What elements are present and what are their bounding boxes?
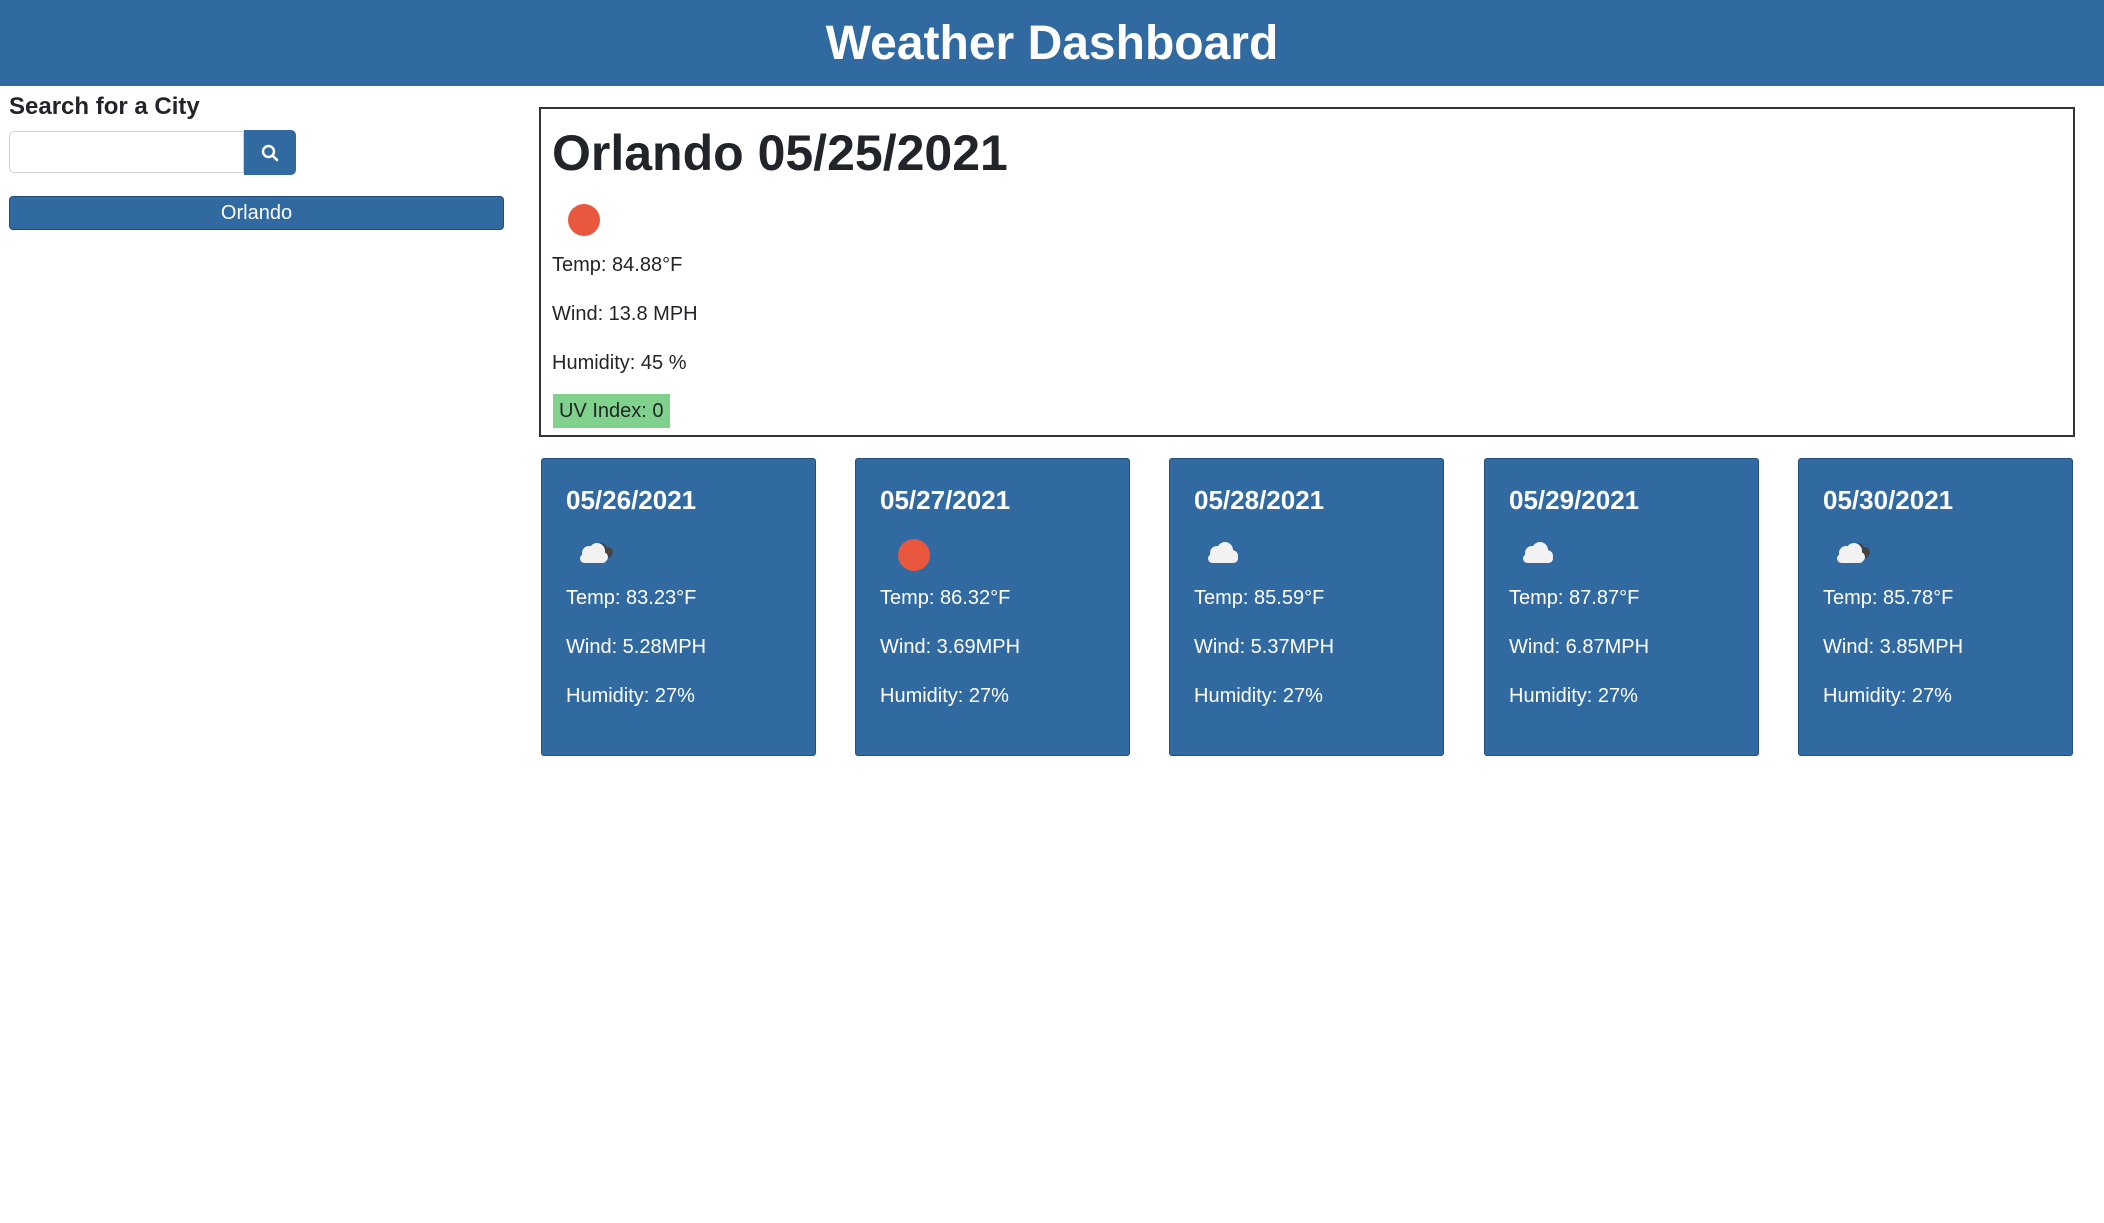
forecast-humidity: Humidity: 27% [1194,685,1323,707]
city-search-input[interactable] [9,131,244,173]
sidebar: Search for a City Orlando [9,92,504,230]
forecast-date: 05/28/2021 [1194,485,1325,515]
forecast-card: 05/27/2021 Temp: 86.32°F Wind: 3.69MPH H… [855,458,1130,756]
forecast-wind: Wind: 6.87MPH [1509,636,1650,658]
forecast-wind: Wind: 5.37MPH [1194,636,1335,658]
forecast-wind: Wind: 5.28MPH [566,636,707,658]
cloud-icon [1518,536,1562,570]
cloud-with-dark-cloud-icon [1832,536,1876,570]
search-button[interactable] [244,130,296,175]
search-row [9,130,296,175]
app-header: Weather Dashboard [0,0,2104,86]
forecast-temp: Temp: 86.32°F [880,587,1011,609]
current-wind: Wind: 13.8 MPH [552,303,698,325]
forecast-card: 05/26/2021 Temp: 83.23°F Wind: 5.28MPH H… [541,458,816,756]
forecast-humidity: Humidity: 27% [1509,685,1638,707]
search-icon [261,144,279,161]
cloud-icon [1203,536,1247,570]
forecast-temp: Temp: 85.59°F [1194,587,1325,609]
cloud-with-dark-cloud-icon [575,536,619,570]
forecast-card: 05/30/2021 Temp: 85.78°F Wind: 3.85MPH H… [1798,458,2073,756]
search-label: Search for a City [9,93,200,120]
forecast-date: 05/26/2021 [566,485,697,515]
forecast-card: 05/28/2021 Temp: 85.59°F Wind: 5.37MPH H… [1169,458,1444,756]
forecast-wind: Wind: 3.69MPH [880,636,1021,658]
forecast-humidity: Humidity: 27% [1823,685,1952,707]
current-weather-panel: Orlando 05/25/2021 Temp: 84.88°F Wind: 1… [539,107,2075,437]
sun-icon [568,204,602,238]
forecast-card: 05/29/2021 Temp: 87.87°F Wind: 6.87MPH H… [1484,458,1759,756]
forecast-humidity: Humidity: 27% [880,685,1009,707]
current-temp: Temp: 84.88°F [552,254,683,276]
sun-icon [898,539,942,573]
forecast-date: 05/27/2021 [880,485,1011,515]
forecast-temp: Temp: 85.78°F [1823,587,1954,609]
uv-index-badge: UV Index: 0 [553,394,670,428]
forecast-humidity: Humidity: 27% [566,685,695,707]
history-button-orlando[interactable]: Orlando [9,196,504,230]
forecast-date: 05/30/2021 [1823,485,1954,515]
forecast-temp: Temp: 87.87°F [1509,587,1640,609]
forecast-row: 05/26/2021 Temp: 83.23°F Wind: 5.28MPH H… [541,458,2075,756]
page-title: Weather Dashboard [825,16,1279,70]
forecast-date: 05/29/2021 [1509,485,1640,515]
forecast-temp: Temp: 83.23°F [566,587,697,609]
forecast-wind: Wind: 3.85MPH [1823,636,1964,658]
current-city-date: Orlando 05/25/2021 [552,125,1008,181]
current-humidity: Humidity: 45 % [552,352,687,374]
